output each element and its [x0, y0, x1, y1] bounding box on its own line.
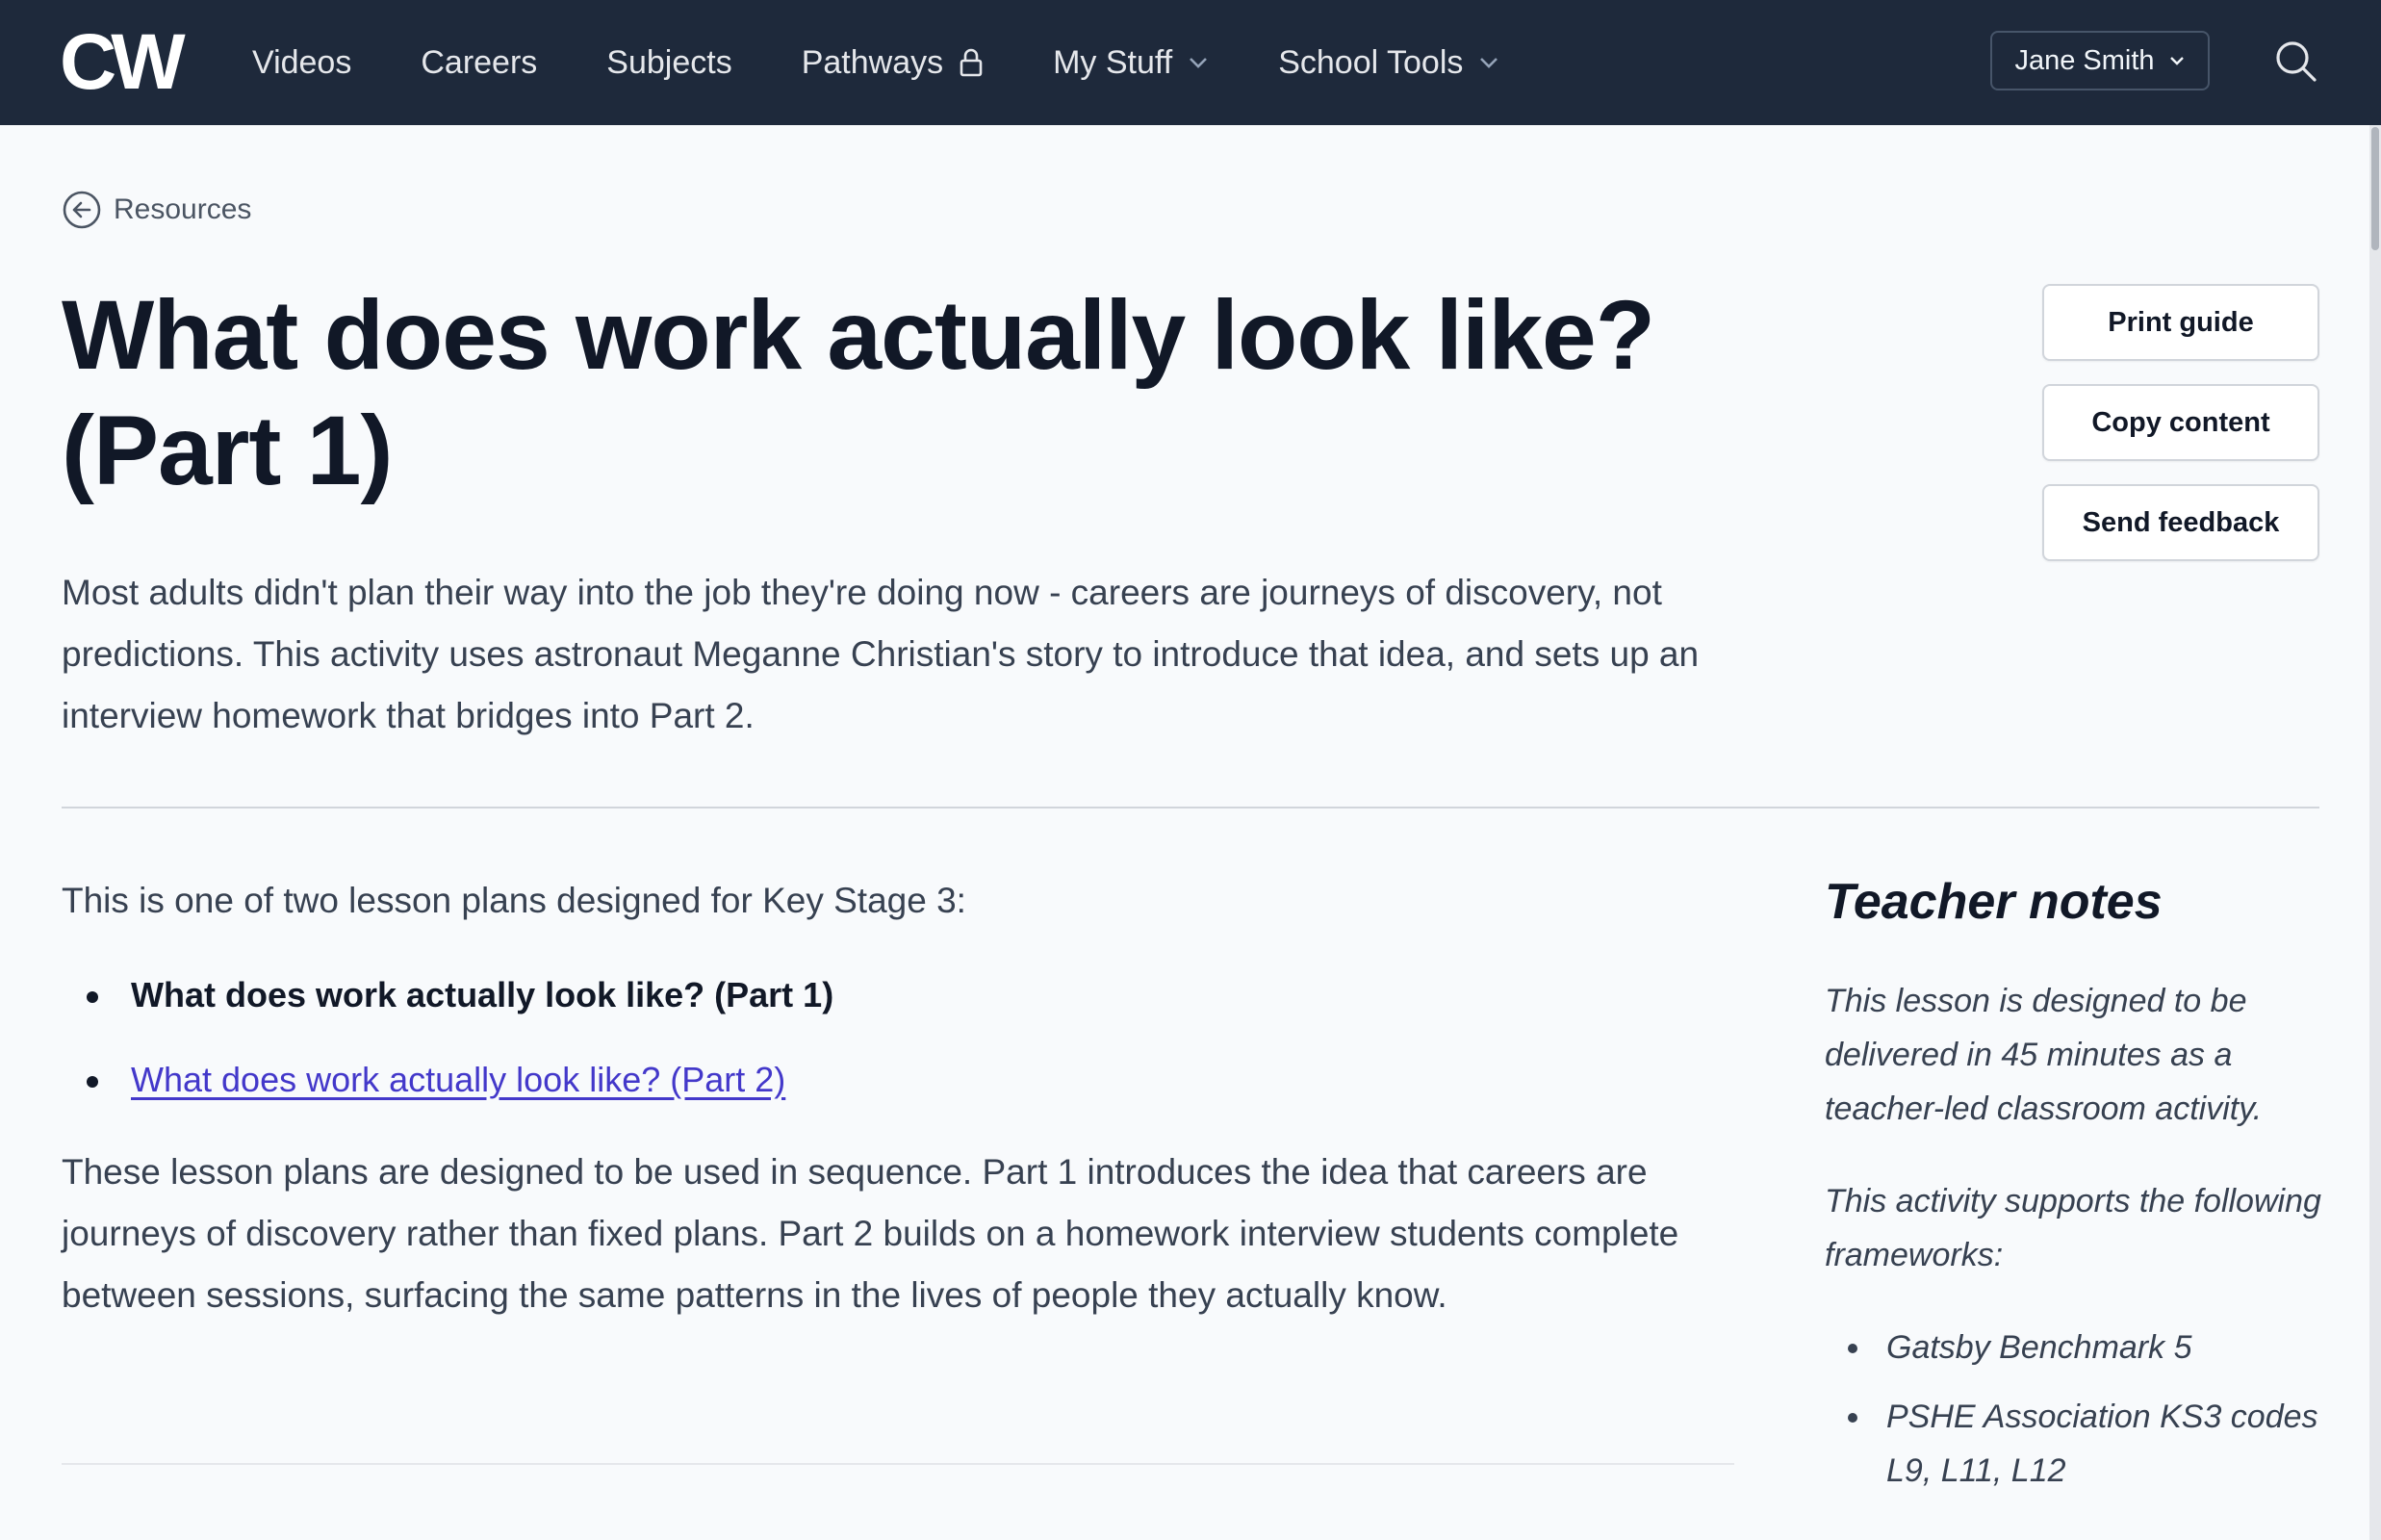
current-lesson-label: What does work actually look like? (Part… — [131, 975, 834, 1014]
nav-item-pathways[interactable]: Pathways — [802, 0, 984, 125]
nav-item-school-tools[interactable]: School Tools — [1278, 0, 1499, 125]
nav-item-label: Videos — [252, 43, 352, 81]
chevron-down-icon — [1478, 56, 1499, 69]
lesson-list: What does work actually look like? (Part… — [62, 953, 1736, 1122]
scrollbar-thumb[interactable] — [2371, 127, 2379, 250]
user-menu-button[interactable]: Jane Smith — [1990, 31, 2210, 90]
nav-item-label: My Stuff — [1053, 43, 1173, 81]
page-actions: Print guide Copy content Send feedback — [2042, 284, 2319, 584]
page-title-line-1: What does work actually look like? — [62, 280, 1655, 390]
page-title-line-2: (Part 1) — [62, 396, 393, 505]
section-divider — [62, 807, 2319, 808]
nav-item-label: Pathways — [801, 43, 944, 81]
chevron-down-icon — [2168, 55, 2186, 66]
nav-item-label: Careers — [421, 43, 538, 81]
breadcrumb-label: Resources — [114, 193, 252, 225]
arrow-left-circle-icon — [62, 190, 102, 230]
search-icon[interactable] — [2273, 38, 2321, 87]
part-2-lesson-link[interactable]: What does work actually look like? (Part… — [131, 1060, 785, 1099]
lock-icon — [959, 48, 984, 77]
teacher-notes-title: Teacher notes — [1825, 874, 2163, 930]
top-navigation-bar: CW Videos Careers Subjects Pathways My S… — [0, 0, 2381, 125]
copy-content-button[interactable]: Copy content — [2042, 384, 2319, 461]
breadcrumb[interactable]: Resources — [62, 189, 251, 231]
teacher-notes: Teacher notes This lesson is designed to… — [1825, 868, 2325, 1513]
nav-item-subjects[interactable]: Subjects — [606, 0, 731, 125]
list-item: PSHE Association KS3 codes L9, L11, L12 — [1825, 1390, 2325, 1498]
user-name: Jane Smith — [2014, 44, 2155, 76]
frameworks-list: Gatsby Benchmark 5 PSHE Association KS3 … — [1825, 1321, 2325, 1498]
list-item: What does work actually look like? (Part… — [62, 953, 1736, 1038]
nav-item-videos[interactable]: Videos — [252, 0, 351, 125]
nav-item-label: Subjects — [606, 43, 732, 81]
nav-item-my-stuff[interactable]: My Stuff — [1053, 0, 1209, 125]
lesson-content: This is one of two lesson plans designed… — [62, 866, 1736, 1326]
page-title: What does work actually look like? (Part… — [62, 277, 1717, 508]
nav-item-careers[interactable]: Careers — [421, 0, 537, 125]
main-nav: Videos Careers Subjects Pathways My Stuf… — [252, 0, 1569, 125]
teacher-notes-frameworks-intro: This activity supports the following fra… — [1825, 1183, 2321, 1273]
page-intro: Most adults didn't plan their way into t… — [62, 573, 1700, 735]
list-item: What does work actually look like? (Part… — [62, 1038, 1736, 1122]
nav-item-label: School Tools — [1278, 43, 1464, 81]
lesson-lead-text: This is one of two lesson plans designed… — [62, 881, 966, 920]
teacher-notes-duration: This lesson is designed to be delivered … — [1825, 983, 2263, 1127]
chevron-down-icon — [1188, 56, 1209, 69]
lesson-description: These lesson plans are designed to be us… — [62, 1152, 1679, 1315]
list-item: Gatsby Benchmark 5 — [1825, 1321, 2325, 1374]
scrollbar-track[interactable] — [2369, 125, 2381, 1540]
print-guide-button[interactable]: Print guide — [2042, 284, 2319, 361]
content-divider — [62, 1463, 1734, 1465]
logo[interactable]: CW — [60, 18, 186, 106]
send-feedback-button[interactable]: Send feedback — [2042, 484, 2319, 561]
